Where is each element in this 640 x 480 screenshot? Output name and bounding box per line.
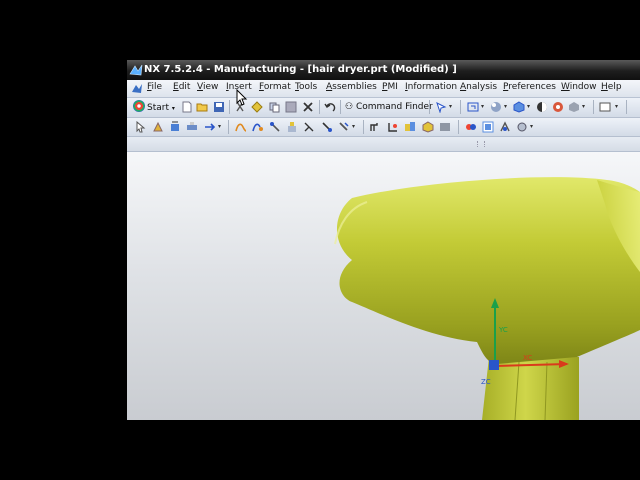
method-icon[interactable] — [439, 121, 451, 133]
paste-icon[interactable] — [268, 101, 280, 113]
binoculars-icon: ⚇ — [345, 102, 354, 112]
command-finder-button[interactable]: ⚇ Command Finder — [345, 100, 433, 115]
list-path-icon[interactable] — [269, 121, 281, 133]
toolbar-grip[interactable] — [477, 141, 485, 147]
fit-view-icon[interactable] — [467, 101, 479, 113]
feeds-speeds-icon[interactable] — [404, 121, 416, 133]
save-icon[interactable] — [213, 101, 225, 113]
menu-assemblies[interactable]: Assemblies — [326, 82, 377, 92]
operation-icon[interactable] — [152, 121, 164, 133]
copy-icon[interactable] — [251, 101, 263, 113]
mouse-cursor-icon — [236, 89, 248, 106]
box-view-icon[interactable] — [599, 101, 611, 113]
machine-tool-icon[interactable] — [369, 121, 381, 133]
window-title: NX 7.5.2.4 - Manufacturing - [hair dryer… — [144, 64, 457, 75]
start-button[interactable]: Start ▾ — [133, 100, 175, 115]
create-tool-icon[interactable] — [186, 121, 198, 133]
create-program-icon[interactable] — [169, 121, 181, 133]
menu-window[interactable]: Window — [561, 82, 597, 92]
tool-path-options-icon[interactable] — [499, 121, 511, 133]
layer-icon[interactable] — [568, 101, 580, 113]
graphics-viewport[interactable]: YC XC ZC — [127, 152, 640, 420]
empty-toolbar-row — [127, 137, 640, 152]
manufacturing-toolbar: ▾ ▾ ▾ — [127, 118, 640, 137]
title-bar: NX 7.5.2.4 - Manufacturing - [hair dryer… — [127, 60, 640, 80]
info-window-icon[interactable] — [482, 121, 494, 133]
replay-path-icon[interactable] — [252, 121, 264, 133]
menu-analysis[interactable]: Analysis — [460, 82, 497, 92]
nx-application-window: NX 7.5.2.4 - Manufacturing - [hair dryer… — [127, 60, 640, 420]
csys-origin-icon — [489, 360, 499, 370]
shading-cube-icon[interactable] — [513, 101, 525, 113]
open-icon[interactable] — [196, 101, 208, 113]
model-canvas: YC XC ZC — [334, 177, 640, 420]
menu-edit[interactable]: Edit — [173, 82, 190, 92]
yc-label: YC — [498, 326, 508, 334]
select-arrow-icon[interactable] — [135, 121, 147, 133]
object-display-icon[interactable] — [465, 121, 477, 133]
create-geometry-icon[interactable] — [204, 121, 216, 133]
shop-doc-icon[interactable] — [286, 121, 298, 133]
undo-icon[interactable] — [324, 101, 336, 113]
gouge-check-icon[interactable] — [338, 121, 350, 133]
zc-label: ZC — [481, 378, 491, 386]
standard-toolbar: Start ▾ ⚇ Command Finder ▾ ▾ ▾ ▾ ▾ ▾ — [127, 98, 640, 118]
start-icon — [133, 100, 145, 112]
display-mode-icon[interactable] — [552, 101, 564, 113]
menu-nx-icon[interactable] — [131, 83, 143, 94]
menu-information[interactable]: Information — [405, 82, 457, 92]
tool-library-icon[interactable] — [422, 121, 434, 133]
measure-icon[interactable] — [387, 121, 399, 133]
menu-tools[interactable]: Tools — [295, 82, 317, 92]
menu-pmi[interactable]: PMI — [382, 82, 398, 92]
menu-bar: File Edit View Insert Format Tools Assem… — [127, 80, 640, 98]
dryer-body[interactable] — [337, 177, 640, 364]
menu-file[interactable]: File — [147, 82, 162, 92]
delete-icon[interactable] — [302, 101, 314, 113]
menu-view[interactable]: View — [197, 82, 218, 92]
post-process-icon[interactable] — [303, 121, 315, 133]
render-style-icon[interactable] — [490, 101, 502, 113]
box-select-icon[interactable] — [285, 101, 297, 113]
menu-format[interactable]: Format — [259, 82, 291, 92]
menu-help[interactable]: Help — [601, 82, 622, 92]
nx-app-icon[interactable] — [129, 64, 143, 76]
menu-preferences[interactable]: Preferences — [503, 82, 556, 92]
xc-label: XC — [523, 354, 532, 362]
selection-filter-icon[interactable] — [435, 101, 447, 113]
more-tools-icon[interactable] — [516, 121, 528, 133]
new-icon[interactable] — [181, 101, 193, 113]
orient-view-icon[interactable] — [536, 101, 548, 113]
verify-path-icon[interactable] — [321, 121, 333, 133]
generate-path-icon[interactable] — [235, 121, 247, 133]
